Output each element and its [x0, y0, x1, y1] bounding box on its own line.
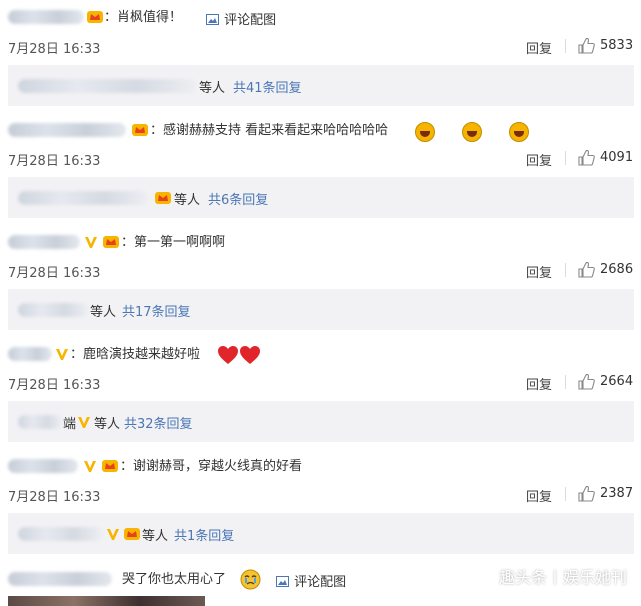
like-count: 5833 — [600, 38, 634, 53]
verified-v-icon — [78, 417, 90, 428]
reply-summary[interactable]: 端 等人 共32条回复 — [8, 401, 634, 442]
comment-text: 哭了你也太用心了 — [122, 572, 227, 587]
thumbs-up-icon[interactable] — [578, 37, 595, 54]
comment-text: ：谢谢赫哥，穿越火线真的好看 — [120, 459, 303, 474]
laughing-emoji-icon — [509, 121, 530, 142]
username-blurred[interactable] — [8, 123, 126, 137]
comment-photo-thumbnail[interactable] — [8, 596, 205, 606]
like-count: 4091 — [600, 150, 634, 165]
comment-time: 7月28日 16:33 — [8, 378, 101, 393]
username-blurred[interactable] — [8, 459, 78, 473]
divider — [565, 263, 566, 277]
image-icon — [206, 14, 219, 25]
reply-count-link[interactable]: 共41条回复 — [233, 77, 302, 96]
like-count: 2664 — [600, 374, 634, 389]
reply-button[interactable]: 回复 — [526, 38, 552, 57]
like-count: 2686 — [600, 262, 634, 277]
thumbs-up-icon[interactable] — [578, 373, 595, 390]
divider — [565, 151, 566, 165]
comment-time: 7月28日 16:33 — [8, 490, 101, 505]
comment-text: ：感谢赫赫支持 看起来看起来哈哈哈哈哈 — [150, 123, 389, 138]
verified-v-icon — [84, 461, 96, 472]
reply-summary-suffix: 等人 — [90, 305, 117, 320]
reply-summary[interactable]: 等人 共1条回复 — [8, 513, 634, 554]
reply-count-link[interactable]: 共1条回复 — [174, 525, 234, 544]
verified-v-icon — [85, 237, 97, 248]
replier-names-blurred — [18, 527, 102, 541]
image-icon — [276, 576, 289, 587]
username-blurred[interactable] — [8, 235, 80, 249]
divider — [565, 487, 566, 501]
username-blurred[interactable] — [8, 10, 84, 24]
picture-link-label[interactable]: 评论配图 — [224, 13, 276, 28]
comment-picture-link[interactable]: 评论配图 — [206, 9, 276, 28]
verified-v-icon — [56, 349, 68, 360]
vip-crown-icon — [132, 124, 148, 136]
replier-names-blurred — [18, 303, 88, 317]
crying-emoji-icon — [240, 569, 261, 590]
comment-time: 7月28日 16:33 — [8, 266, 101, 281]
username-blurred[interactable] — [8, 347, 52, 361]
thumbs-up-icon[interactable] — [578, 261, 595, 278]
red-heart-icon — [218, 346, 238, 364]
reply-count-link[interactable]: 共17条回复 — [122, 301, 191, 320]
vip-crown-icon — [103, 236, 119, 248]
picture-link-label[interactable]: 评论配图 — [294, 575, 346, 590]
comment-text: ：鹿晗演技越来越好啦 — [70, 347, 201, 362]
laughing-emoji-icon — [462, 121, 483, 142]
reply-summary[interactable]: 等人 共41条回复 — [8, 65, 634, 106]
watermark: 趣头条丨娱乐她刊 — [498, 568, 627, 587]
divider — [565, 39, 566, 53]
reply-summary-suffix: 等人 — [174, 193, 201, 208]
replier-names-blurred — [18, 415, 62, 429]
reply-summary-suffix: 等人 — [142, 529, 169, 544]
verified-v-icon — [107, 529, 119, 540]
red-heart-icon — [240, 346, 260, 364]
reply-count-link[interactable]: 共32条回复 — [124, 413, 193, 432]
divider — [565, 375, 566, 389]
vip-crown-icon — [87, 11, 103, 23]
replier-names-blurred — [18, 191, 148, 205]
comment-text: ：肖枫值得！ — [104, 10, 183, 25]
replier-name-fragment: 端 — [63, 417, 77, 432]
thumbs-up-icon[interactable] — [578, 485, 595, 502]
reply-button[interactable]: 回复 — [526, 262, 552, 281]
reply-summary[interactable]: 等人 共17条回复 — [8, 289, 634, 330]
reply-summary[interactable]: 等人 共6条回复 — [8, 177, 634, 218]
reply-count-link[interactable]: 共6条回复 — [208, 189, 268, 208]
comment-text: ：第一第一啊啊啊 — [121, 235, 226, 250]
thumbs-up-icon[interactable] — [578, 149, 595, 166]
comment-time: 7月28日 16:33 — [8, 42, 101, 57]
replier-names-blurred — [18, 79, 196, 93]
reply-summary-suffix: 等人 — [94, 417, 121, 432]
reply-button[interactable]: 回复 — [526, 150, 552, 169]
comment-picture-link[interactable]: 评论配图 — [276, 571, 346, 590]
comment-time: 7月28日 16:33 — [8, 154, 101, 169]
vip-crown-icon — [155, 192, 171, 204]
vip-crown-icon — [124, 528, 140, 540]
laughing-emoji-icon — [415, 121, 435, 142]
like-count: 2387 — [600, 486, 634, 501]
vip-crown-icon — [102, 460, 118, 472]
reply-summary-suffix: 等人 — [199, 81, 226, 96]
reply-button[interactable]: 回复 — [526, 486, 552, 505]
reply-button[interactable]: 回复 — [526, 374, 552, 393]
username-blurred[interactable] — [8, 572, 112, 586]
